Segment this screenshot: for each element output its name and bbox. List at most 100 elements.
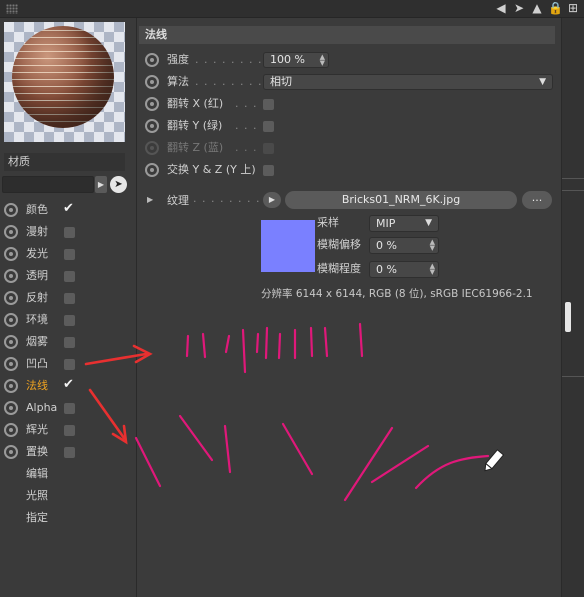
material-preview[interactable] [4, 22, 125, 142]
channel-checkbox[interactable] [64, 249, 75, 260]
channel-label: Alpha [26, 401, 58, 414]
flip-x-row: 翻转 X (红) . . . . [137, 94, 561, 114]
channel-list: 颜色 ✔ 漫射 发光 透明反射环境烟雾 凹凸 法线 ✔ Alpha 辉光置换编辑光照指定 [0, 199, 135, 529]
channel-anim-icon[interactable] [4, 313, 18, 327]
texture-file-button[interactable]: Bricks01_NRM_6K.jpg [285, 191, 517, 209]
flip-z-row: 翻转 Z (蓝) . . . . [137, 138, 561, 158]
texture-resolution-info: 分辨率 6144 x 6144, RGB (8 位), sRGB IEC6196… [261, 288, 533, 300]
panel-topbar: ◀ ➤ ▲ 🔒 ⊞ [0, 0, 584, 18]
channel-anim-icon[interactable] [4, 291, 18, 305]
channel-item[interactable]: 辉光 [0, 419, 135, 441]
channel-item[interactable]: 光照 [0, 485, 135, 507]
texture-preview-swatch[interactable] [261, 220, 315, 272]
dot-leader: . . . . [235, 119, 267, 132]
pick-cursor-icon[interactable]: ➤ [110, 176, 127, 193]
divider [562, 178, 584, 179]
grip-handle[interactable] [6, 4, 18, 14]
swap-checkbox[interactable] [263, 165, 274, 176]
add-panel-icon[interactable]: ⊞ [566, 1, 580, 15]
swap-yz-row: 交换 Y & Z (Y 上) [137, 160, 561, 180]
blur-scale-field[interactable]: 0 % ▲ ▼ [369, 261, 439, 278]
channel-item[interactable]: 透明 [0, 265, 135, 287]
flip-x-checkbox[interactable] [263, 99, 274, 110]
material-channel-panel: 材质 ▶ ➤ 颜色 ✔ 漫射 发光 透明反射环境烟雾 凹凸 法线 ✔ Alpha 辉光置换编辑光照… [0, 18, 137, 597]
channel-item[interactable]: 法线 ✔ [0, 375, 135, 397]
algorithm-select[interactable]: 相切 ▼ [263, 74, 553, 90]
channel-checkbox[interactable] [64, 425, 75, 436]
search-arrow-icon[interactable]: ▶ [95, 176, 107, 193]
up-arrow-icon[interactable]: ▲ [530, 1, 544, 15]
channel-anim-icon[interactable] [4, 379, 18, 393]
channel-anim-icon[interactable] [4, 203, 18, 217]
channel-anim-icon[interactable] [4, 335, 18, 349]
channel-checkbox[interactable] [64, 315, 75, 326]
flip-y-anim-icon[interactable] [145, 119, 159, 133]
right-dock-strip [561, 18, 584, 597]
checkmark-icon[interactable]: ✔ [63, 378, 74, 391]
flip-x-anim-icon[interactable] [145, 97, 159, 111]
channel-item[interactable]: 漫射 [0, 221, 135, 243]
channel-item[interactable]: 编辑 [0, 463, 135, 485]
channel-checkbox[interactable] [64, 447, 75, 458]
channel-anim-icon[interactable] [4, 247, 18, 261]
channel-item[interactable]: 烟雾 [0, 331, 135, 353]
texture-browse-button[interactable]: ... [522, 191, 552, 209]
channel-anim-icon[interactable] [4, 225, 18, 239]
spinner-icon[interactable]: ▲ ▼ [430, 239, 435, 252]
scrollbar-thumb[interactable] [565, 302, 571, 332]
channel-checkbox[interactable] [64, 403, 75, 414]
swap-anim-icon[interactable] [145, 163, 159, 177]
channel-label: 环境 [26, 313, 48, 326]
flip-y-checkbox[interactable] [263, 121, 274, 132]
texture-menu-button[interactable]: ▶ [263, 192, 281, 208]
channel-label: 编辑 [26, 467, 48, 480]
channel-checkbox[interactable] [64, 293, 75, 304]
channel-anim-icon[interactable] [4, 423, 18, 437]
back-arrow-icon[interactable]: ◀ [494, 1, 508, 15]
channel-item[interactable]: 颜色 ✔ [0, 199, 135, 221]
blur-offset-field[interactable]: 0 % ▲ ▼ [369, 237, 439, 254]
section-title: 法线 [139, 26, 555, 44]
channel-checkbox[interactable] [64, 337, 75, 348]
channel-checkbox[interactable] [64, 271, 75, 282]
strength-anim-icon[interactable] [145, 53, 159, 67]
material-label: 材质 [4, 153, 125, 171]
strength-row: 强度 . . . . . . . . . . . 100 % ▲ ▼ [137, 50, 561, 70]
channel-item[interactable]: 凹凸 [0, 353, 135, 375]
flip-z-label: 翻转 Z (蓝) [167, 141, 224, 154]
texture-label: 纹理 [167, 194, 189, 207]
channel-item[interactable]: 置换 [0, 441, 135, 463]
strength-value: 100 % [270, 53, 305, 66]
dot-leader: . . . . [235, 97, 267, 110]
expand-triangle-icon[interactable]: ▶ [147, 195, 153, 204]
channel-anim-icon[interactable] [4, 357, 18, 371]
spinner-icon[interactable]: ▲ ▼ [430, 263, 435, 276]
channel-item[interactable]: 反射 [0, 287, 135, 309]
channel-item[interactable]: Alpha [0, 397, 135, 419]
channel-checkbox[interactable] [64, 227, 75, 238]
algorithm-value: 相切 [270, 75, 292, 88]
material-preview-sphere [12, 26, 114, 128]
cursor-icon[interactable]: ➤ [512, 1, 526, 15]
channel-anim-icon[interactable] [4, 401, 18, 415]
channel-label: 反射 [26, 291, 48, 304]
channel-label: 光照 [26, 489, 48, 502]
sampling-select[interactable]: MIP ▼ [369, 215, 439, 232]
channel-anim-icon[interactable] [4, 445, 18, 459]
algorithm-anim-icon[interactable] [145, 75, 159, 89]
channel-anim-icon[interactable] [4, 269, 18, 283]
search-input[interactable] [2, 176, 94, 193]
spinner-icon[interactable]: ▲ ▼ [320, 54, 325, 67]
strength-label: 强度 [167, 53, 189, 66]
chevron-down-icon: ▼ [539, 77, 546, 87]
blur-scale-value: 0 % [376, 263, 397, 276]
checkmark-icon[interactable]: ✔ [63, 202, 74, 215]
channel-label: 辉光 [26, 423, 48, 436]
channel-item[interactable]: 环境 [0, 309, 135, 331]
dot-leader: . . . . [235, 141, 267, 154]
strength-field[interactable]: 100 % ▲ ▼ [263, 52, 329, 68]
channel-item[interactable]: 指定 [0, 507, 135, 529]
lock-icon[interactable]: 🔒 [548, 1, 563, 15]
channel-checkbox[interactable] [64, 359, 75, 370]
channel-item[interactable]: 发光 [0, 243, 135, 265]
